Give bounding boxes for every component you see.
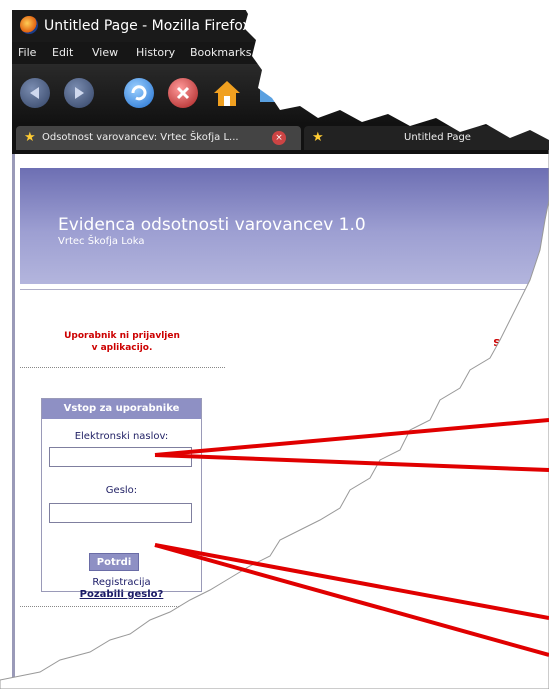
window-titlebar: Untitled Page - Mozilla Firefox	[12, 10, 549, 42]
forward-arrow-icon	[75, 87, 84, 99]
reload-icon	[131, 85, 147, 101]
tab-bar: ★ Odsotnost varovancev: Vrtec Škofja L..…	[12, 122, 549, 154]
password-field[interactable]	[49, 503, 192, 523]
email-label: Elektronski naslov:	[74, 431, 169, 442]
menu-history[interactable]: History	[136, 42, 175, 64]
page-title: Evidenca odsotnosti varovancev 1.0	[58, 215, 366, 235]
navigation-toolbar	[12, 64, 549, 122]
page-content: Evidenca odsotnosti varovancev 1.0 Vrtec…	[12, 154, 549, 689]
divider	[20, 289, 549, 290]
menu-bookmarks[interactable]: Bookmarks	[190, 42, 251, 64]
back-button[interactable]	[20, 78, 50, 108]
star-icon: ★	[24, 130, 36, 145]
dotted-divider	[20, 367, 225, 368]
password-label: Geslo:	[105, 485, 138, 496]
tab-label: Odsotnost varovancev: Vrtec Škofja L...	[42, 132, 239, 143]
tab-odsotnost[interactable]: ★ Odsotnost varovancev: Vrtec Škofja L..…	[16, 126, 301, 150]
activation-line-2: Sedaj lahk	[493, 338, 549, 349]
login-heading: Vstop za uporabnike	[42, 399, 201, 419]
home-button[interactable]	[212, 78, 242, 108]
stop-icon	[176, 86, 190, 100]
submit-button[interactable]: Potrdi	[89, 553, 139, 571]
forward-button[interactable]	[64, 78, 94, 108]
page-header-banner: Evidenca odsotnosti varovancev 1.0 Vrtec…	[20, 168, 549, 284]
email-field[interactable]	[49, 447, 192, 467]
folder-icon	[260, 83, 282, 102]
tab-label: Untitled Page	[404, 132, 471, 143]
star-icon: ★	[312, 130, 324, 145]
menu-edit[interactable]: Edit	[52, 42, 73, 64]
register-link[interactable]: Registracija	[42, 577, 201, 588]
window-title: Untitled Page - Mozilla Firefox	[44, 18, 251, 34]
stop-button[interactable]	[168, 78, 198, 108]
dotted-divider	[20, 606, 225, 607]
home-icon	[214, 81, 240, 106]
login-box: Vstop za uporabnike Elektronski naslov: …	[41, 398, 202, 600]
address-bar[interactable]	[302, 84, 392, 104]
firefox-logo-icon	[20, 16, 38, 34]
close-tab-icon[interactable]: ×	[272, 131, 286, 145]
not-logged-message: Uporabnik ni prijavljen v aplikacijo.	[64, 331, 180, 353]
forgot-password-link[interactable]: Pozabili geslo?	[42, 589, 201, 600]
menu-bar: File Edit View History Bookmarks	[12, 42, 549, 64]
menu-file[interactable]: File	[18, 42, 36, 64]
menu-view[interactable]: View	[92, 42, 118, 64]
tab-untitled[interactable]: ★ Untitled Page	[304, 126, 549, 150]
screenshot: Untitled Page - Mozilla Firefox File Edi…	[0, 0, 549, 689]
bookmark-sidebar-button[interactable]	[256, 78, 286, 108]
page-subtitle: Vrtec Škofja Loka	[58, 236, 145, 247]
activation-line-1: Aktiv	[522, 326, 549, 337]
activation-message: Aktiv Sedaj lahk	[455, 326, 549, 350]
back-arrow-icon	[30, 87, 39, 99]
reload-button[interactable]	[124, 78, 154, 108]
